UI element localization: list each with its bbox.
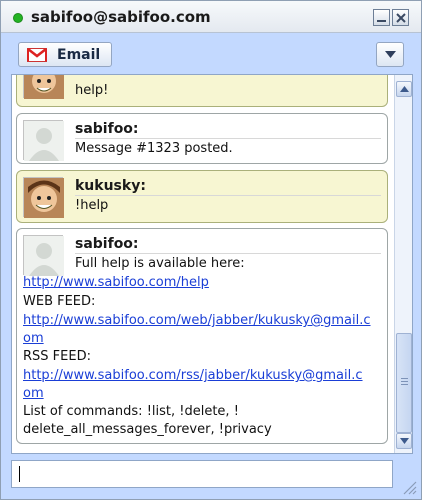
kukusky-avatar <box>23 177 64 218</box>
rss-feed-link[interactable]: http://www.sabifoo.com/rss/jabber/kukusk… <box>23 368 363 383</box>
avatar-image <box>24 178 64 218</box>
grip-icon <box>401 378 408 386</box>
close-button[interactable] <box>392 9 409 26</box>
avatar-image <box>24 75 64 99</box>
web-feed-link-continued[interactable]: om <box>23 331 44 346</box>
rss-feed-link-continued[interactable]: om <box>23 386 44 401</box>
sender-divider <box>75 138 381 139</box>
message-bubble: kukusky: !help <box>16 170 388 223</box>
message-text: Full help is available here: <box>75 256 245 271</box>
default-avatar <box>23 120 64 161</box>
web-feed-link[interactable]: http://www.sabifoo.com/web/jabber/kukusk… <box>23 313 371 328</box>
chat-window: sabifoo@sabifoo.com Email help! sabifoo:… <box>0 0 422 500</box>
web-feed-label: WEB FEED: <box>23 294 96 309</box>
email-button[interactable]: Email <box>18 42 112 67</box>
arrow-up-icon <box>400 86 409 92</box>
rss-feed-label: RSS FEED: <box>23 349 91 364</box>
help-link[interactable]: http://www.sabifoo.com/help <box>23 275 209 290</box>
resize-grip-icon[interactable] <box>399 477 417 495</box>
email-button-label: Email <box>57 47 101 63</box>
commands-text: List of commands: !list, !delete, ! <box>23 404 239 419</box>
scroll-down-button[interactable] <box>396 433 412 449</box>
message-input[interactable] <box>11 460 393 488</box>
sender-name: sabifoo: <box>75 236 139 252</box>
scrollbar-thumb[interactable] <box>396 333 412 433</box>
message-text: Message #1323 posted. <box>75 141 233 156</box>
online-status-icon <box>13 13 23 23</box>
chevron-down-icon <box>385 51 396 58</box>
sender-divider <box>75 253 381 254</box>
user-silhouette-icon <box>24 236 64 276</box>
window-title: sabifoo@sabifoo.com <box>31 8 211 26</box>
user-silhouette-icon <box>24 121 64 161</box>
message-text: help! <box>75 83 109 98</box>
gmail-icon <box>27 48 47 62</box>
sender-name: kukusky: <box>75 178 146 194</box>
message-bubble: sabifoo: Full help is available here: ht… <box>16 228 388 444</box>
minimize-button[interactable] <box>373 9 390 26</box>
kukusky-avatar <box>23 75 64 99</box>
scroll-up-button[interactable] <box>396 81 412 97</box>
message-bubble: sabifoo: Message #1323 posted. <box>16 113 388 164</box>
message-text: !help <box>75 198 109 213</box>
arrow-down-icon <box>400 438 409 444</box>
options-menu-button[interactable] <box>376 42 404 67</box>
title-bar[interactable]: sabifoo@sabifoo.com <box>1 1 421 33</box>
message-bubble: help! <box>16 75 388 107</box>
commands-text-continued: delete_all_messages_forever, !privacy <box>23 422 272 437</box>
sender-divider <box>75 195 381 196</box>
toolbar: Email <box>1 34 421 74</box>
vertical-scrollbar[interactable] <box>394 75 412 453</box>
close-icon <box>396 13 406 23</box>
text-cursor <box>19 466 20 482</box>
message-history[interactable]: help! sabifoo: Message #1323 posted. kuk… <box>11 74 413 454</box>
default-avatar <box>23 235 64 276</box>
sender-name: sabifoo: <box>75 121 139 137</box>
